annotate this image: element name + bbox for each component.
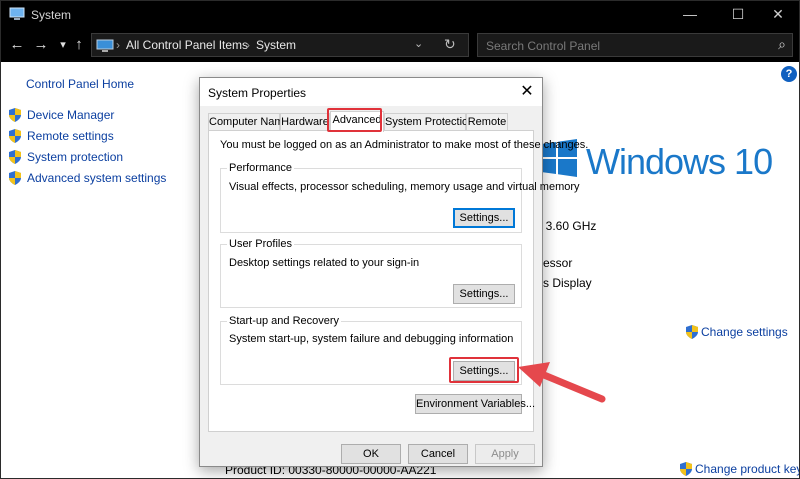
change-settings-label: Change settings (701, 325, 788, 339)
startup-recovery-description: System start-up, system failure and debu… (229, 333, 514, 345)
advanced-tab-panel: You must be logged on as an Administrato… (208, 130, 588, 432)
apply-button[interactable]: Apply (475, 444, 535, 464)
windows-10-wordmark: Windows 10 (586, 141, 773, 182)
user-profiles-description: Desktop settings related to your sign-in (229, 257, 420, 269)
processor-label-fragment: essor (543, 256, 573, 270)
change-product-key-link[interactable]: Change product key (680, 462, 800, 478)
control-panel-icon (96, 39, 114, 52)
display-label-fragment: s Display (543, 276, 592, 290)
ok-button[interactable]: OK (341, 444, 401, 464)
address-dropdown-icon[interactable]: ⌄ (414, 37, 423, 50)
shield-icon (9, 108, 21, 122)
processor-speed-text: : 3.60 GHz (539, 219, 597, 233)
change-settings-link[interactable]: Change settings (686, 325, 796, 341)
sidebar-item-label: Device Manager (27, 108, 115, 122)
minimize-button[interactable]: — (667, 1, 713, 28)
search-placeholder: Search Control Panel (486, 39, 601, 53)
address-bar[interactable]: › All Control Panel Items › System ⌄ ↻ (91, 33, 469, 57)
dialog-close-icon[interactable]: ✕ (518, 83, 536, 101)
sidebar-item-label: Advanced system settings (27, 171, 167, 185)
change-product-key-label: Change product key (695, 462, 800, 476)
tab-remote[interactable]: Remote (466, 113, 508, 131)
environment-variables-button[interactable]: Environment Variables... (415, 394, 535, 414)
back-arrow-icon[interactable]: ← (9, 36, 25, 54)
navigation-bar: ← → ▾ ↑ › All Control Panel Items › Syst… (1, 28, 799, 62)
dialog-title-bar: System Properties ✕ (200, 78, 542, 106)
close-button[interactable]: ✕ (755, 1, 799, 28)
breadcrumb-all-items[interactable]: All Control Panel Items (126, 38, 248, 52)
shield-icon (9, 129, 21, 143)
sidebar-item-label: System protection (27, 150, 124, 164)
shield-icon (686, 325, 698, 339)
performance-settings-button[interactable]: Settings... (453, 208, 515, 228)
user-profiles-settings-button[interactable]: Settings... (453, 284, 515, 304)
forward-arrow-icon[interactable]: → (33, 36, 49, 54)
cancel-button[interactable]: Cancel (408, 444, 468, 464)
tab-hardware[interactable]: Hardware (280, 113, 330, 131)
performance-group: Performance Visual effects, processor sc… (220, 162, 580, 233)
search-input[interactable]: Search Control Panel ⌕ (477, 33, 793, 57)
sidebar-item-label: Remote settings (27, 129, 114, 143)
breadcrumb-system[interactable]: System (256, 38, 296, 52)
startup-recovery-settings-button[interactable]: Settings... (453, 361, 515, 381)
performance-description: Visual effects, processor scheduling, me… (229, 181, 580, 193)
breadcrumb-separator: › (116, 38, 120, 52)
system-window: System — ☐ ✕ ← → ▾ ↑ › All Control Panel… (0, 0, 800, 479)
search-icon[interactable]: ⌕ (778, 36, 786, 53)
tab-computer-name[interactable]: Computer Name (208, 113, 290, 131)
tab-advanced[interactable]: Advanced (330, 111, 384, 132)
tab-system-protection[interactable]: System Protection (384, 113, 474, 131)
title-bar: System — ☐ ✕ (1, 1, 799, 28)
shield-icon (680, 462, 692, 476)
up-arrow-icon[interactable]: ↑ (71, 36, 87, 54)
refresh-icon[interactable]: ↻ (444, 36, 456, 53)
startup-recovery-group: Start-up and Recovery System start-up, s… (220, 315, 522, 385)
performance-title: Performance (227, 162, 294, 174)
system-properties-dialog: System Properties ✕ Computer Name Hardwa… (199, 77, 588, 467)
recent-locations-icon[interactable]: ▾ (55, 36, 71, 54)
system-app-icon (9, 7, 25, 20)
window-title: System (31, 8, 72, 22)
admin-note: You must be logged on as an Administrato… (220, 139, 589, 151)
breadcrumb-separator: › (246, 38, 250, 52)
shield-icon (9, 150, 21, 164)
control-panel-home-link[interactable]: Control Panel Home (26, 77, 134, 91)
help-icon[interactable]: ? (781, 66, 797, 82)
dialog-title: System Properties (208, 86, 307, 100)
shield-icon (9, 171, 21, 185)
dialog-tabs: Computer Name Hardware Advanced System P… (208, 111, 534, 132)
user-profiles-group: User Profiles Desktop settings related t… (220, 238, 522, 308)
user-profiles-title: User Profiles (227, 238, 294, 250)
startup-recovery-title: Start-up and Recovery (227, 315, 342, 327)
